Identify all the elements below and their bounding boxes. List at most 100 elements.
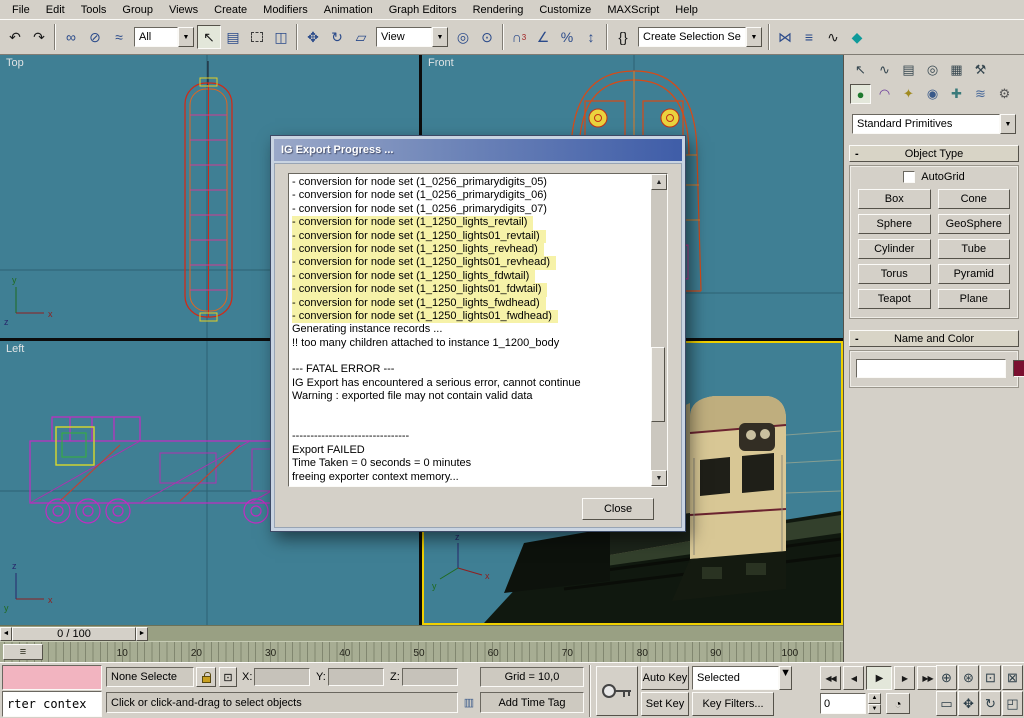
menu-tools[interactable]: Tools [73, 2, 115, 18]
absolute-offset-toggle[interactable]: ⊡ [219, 667, 237, 687]
sphere-button[interactable]: Sphere [858, 214, 931, 234]
category-cameras-icon[interactable]: ◉ [922, 84, 943, 104]
category-lights-icon[interactable]: ✦ [898, 84, 919, 104]
time-slider[interactable]: ◄ 0 / 100 ► [0, 625, 843, 641]
selection-filter-dropdown[interactable]: All ▼ [134, 27, 194, 47]
chevron-down-icon[interactable]: ▼ [779, 666, 792, 690]
zoom-all-icon[interactable]: ⊛ [958, 665, 979, 690]
viewport-left-label[interactable]: Left [6, 343, 24, 355]
pan-icon[interactable]: ✥ [958, 691, 979, 716]
menu-group[interactable]: Group [114, 2, 161, 18]
name-color-rollout-header[interactable]: - Name and Color [849, 330, 1019, 347]
zoom-extents-all-icon[interactable]: ⊠ [1002, 665, 1023, 690]
go-to-end-button[interactable]: ▶▶ [917, 666, 938, 690]
scrollbar-thumb[interactable] [651, 347, 665, 423]
tab-utilities-icon[interactable]: ⚒ [970, 60, 991, 80]
select-and-move-icon[interactable]: ✥ [301, 25, 325, 49]
spinner-down-icon[interactable]: ▼ [868, 704, 881, 715]
object-color-swatch[interactable] [1013, 360, 1024, 377]
pyramid-button[interactable]: Pyramid [938, 264, 1011, 284]
select-and-rotate-icon[interactable]: ↻ [325, 25, 349, 49]
reference-coordinate-system-dropdown[interactable]: View ▼ [376, 27, 448, 47]
scroll-down-icon[interactable]: ▼ [651, 470, 667, 486]
redo-icon[interactable]: ↷ [27, 25, 51, 49]
play-button[interactable]: ▶ [866, 666, 892, 690]
cone-button[interactable]: Cone [938, 189, 1011, 209]
menu-edit[interactable]: Edit [38, 2, 73, 18]
zoom-icon[interactable]: ⊕ [936, 665, 957, 690]
primitives-category-dropdown[interactable]: Standard Primitives ▼ [852, 114, 1016, 134]
undo-icon[interactable]: ↶ [3, 25, 27, 49]
bind-to-spacewarp-icon[interactable]: ≈ [107, 25, 131, 49]
edit-named-selection-sets-icon[interactable]: {} [611, 25, 635, 49]
align-icon[interactable]: ≡ [797, 25, 821, 49]
rectangular-selection-region-icon[interactable] [245, 25, 269, 49]
z-coordinate-input[interactable] [402, 668, 458, 686]
scroll-up-icon[interactable]: ▲ [651, 174, 667, 190]
category-helpers-icon[interactable]: ✚ [946, 84, 967, 104]
angle-snap-icon[interactable]: ∠ [531, 25, 555, 49]
maxscript-mini-listener[interactable]: rter contex [2, 691, 102, 717]
maximize-viewport-toggle-icon[interactable]: ◰ [1002, 691, 1023, 716]
chevron-down-icon[interactable]: ▼ [178, 27, 194, 47]
macro-recorder-pane[interactable] [2, 665, 102, 690]
cylinder-button[interactable]: Cylinder [858, 239, 931, 259]
time-slider-button[interactable]: 0 / 100 [12, 627, 136, 641]
frame-spinner[interactable]: ▲ ▼ [868, 693, 881, 714]
teapot-button[interactable]: Teapot [858, 289, 931, 309]
category-shapes-icon[interactable]: ◠ [874, 84, 895, 104]
tube-button[interactable]: Tube [938, 239, 1011, 259]
menu-graph-editors[interactable]: Graph Editors [381, 2, 465, 18]
go-to-start-button[interactable]: ◀◀ [820, 666, 841, 690]
log-scrollbar[interactable]: ▲ ▼ [651, 174, 667, 486]
select-and-manipulate-icon[interactable]: ⊙ [475, 25, 499, 49]
close-button[interactable]: Close [582, 498, 654, 520]
zoom-region-icon[interactable]: ▭ [936, 691, 957, 716]
object-type-rollout-header[interactable]: - Object Type [849, 145, 1019, 162]
auto-key-button[interactable]: Auto Key [641, 666, 689, 690]
mini-curve-editor-icon[interactable]: ≡ [3, 644, 43, 660]
time-configuration-button[interactable]: ◔ [886, 693, 910, 714]
current-frame-input[interactable] [820, 693, 866, 714]
menu-animation[interactable]: Animation [316, 2, 381, 18]
tab-modify-icon[interactable]: ∿ [874, 60, 895, 80]
tab-motion-icon[interactable]: ◎ [922, 60, 943, 80]
menu-file[interactable]: File [4, 2, 38, 18]
orbit-icon[interactable]: ↻ [980, 691, 1001, 716]
percent-snap-icon[interactable]: % [555, 25, 579, 49]
selection-set-input[interactable] [638, 27, 746, 47]
curve-editor-icon[interactable]: ∿ [821, 25, 845, 49]
mirror-icon[interactable]: ⋈ [773, 25, 797, 49]
create-selection-set-combo[interactable]: ▼ [638, 27, 762, 47]
viewport-front-label[interactable]: Front [428, 57, 454, 69]
x-coordinate-input[interactable] [254, 668, 310, 686]
category-systems-icon[interactable]: ⚙ [994, 84, 1015, 104]
torus-button[interactable]: Torus [858, 264, 931, 284]
zoom-extents-icon[interactable]: ⊡ [980, 665, 1001, 690]
category-geometry-icon[interactable]: ● [850, 84, 871, 104]
select-by-name-icon[interactable]: ▤ [221, 25, 245, 49]
set-key-button[interactable]: Set Key [641, 692, 689, 716]
key-selection-dropdown[interactable]: Selected ▼ [692, 666, 792, 690]
material-editor-icon[interactable]: ◆ [845, 25, 869, 49]
box-button[interactable]: Box [858, 189, 931, 209]
chevron-down-icon[interactable]: ▼ [1000, 114, 1016, 134]
chevron-down-icon[interactable]: ▼ [746, 27, 762, 47]
select-and-link-icon[interactable]: ∞ [59, 25, 83, 49]
geosphere-button[interactable]: GeoSphere [938, 214, 1011, 234]
autogrid-checkbox[interactable] [903, 171, 915, 183]
category-spacewarps-icon[interactable]: ≋ [970, 84, 991, 104]
key-filters-button[interactable]: Key Filters... [692, 692, 774, 716]
previous-frame-button[interactable]: ◀ [843, 666, 864, 690]
snap-toggle-icon[interactable]: ∩3 [507, 25, 531, 49]
plane-button[interactable]: Plane [938, 289, 1011, 309]
menu-modifiers[interactable]: Modifiers [255, 2, 316, 18]
next-frame-arrow-icon[interactable]: ► [136, 627, 148, 641]
menu-customize[interactable]: Customize [531, 2, 599, 18]
menu-maxscript[interactable]: MAXScript [599, 2, 667, 18]
add-time-tag[interactable]: Add Time Tag [480, 692, 584, 713]
menu-help[interactable]: Help [667, 2, 706, 18]
tab-hierarchy-icon[interactable]: ▤ [898, 60, 919, 80]
tab-display-icon[interactable]: ▦ [946, 60, 967, 80]
spinner-up-icon[interactable]: ▲ [868, 693, 881, 704]
